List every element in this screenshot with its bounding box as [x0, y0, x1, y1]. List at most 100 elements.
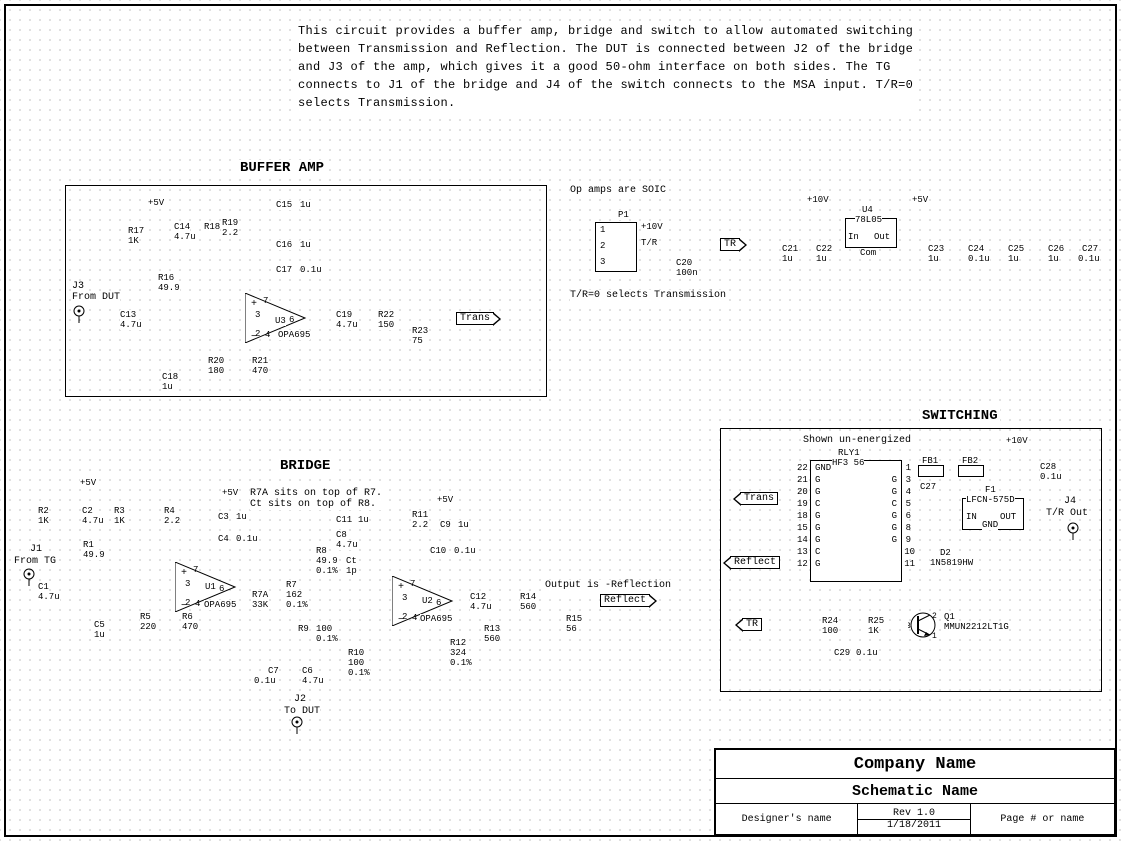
r17-ref: R17 [128, 226, 144, 236]
c17-val: 0.1u [300, 265, 322, 275]
c13-ref: C13 [120, 310, 136, 320]
port-j4-name: J4 [1064, 496, 1076, 507]
ct-ref: Ct [346, 556, 357, 566]
c13-val: 4.7u [120, 320, 142, 330]
svg-text:6: 6 [219, 584, 224, 594]
r8-tol: 0.1% [316, 566, 338, 576]
r10-tol: 0.1% [348, 668, 370, 678]
c22-val: 1u [816, 254, 827, 264]
c1-val: 4.7u [38, 592, 60, 602]
date: 1/18/2011 [887, 820, 941, 831]
section-title-buffer: BUFFER AMP [238, 160, 326, 176]
c21-val: 1u [782, 254, 793, 264]
c17-ref: C17 [276, 265, 292, 275]
c14-ref: C14 [174, 222, 190, 232]
connector-icon-j1 [20, 568, 36, 584]
p5v-b2: +5V [222, 488, 238, 498]
r3-ref: R3 [114, 506, 125, 516]
r6-val: 470 [182, 622, 198, 632]
c8-ref: C8 [336, 530, 347, 540]
relay-rly1: 22 21 20 19 18 15 14 13 12 1 3 4 5 6 8 9… [810, 460, 902, 582]
q1-ref: Q1 [944, 612, 955, 622]
r16-val: 49.9 [158, 283, 180, 293]
c29-val: 0.1u [856, 648, 878, 658]
c26-val: 1u [1048, 254, 1059, 264]
svg-text:+: + [398, 582, 404, 593]
f1-gnd: GND [982, 520, 998, 530]
r22-val: 150 [378, 320, 394, 330]
bridge-stack-note: R7A sits on top of R7. Ct sits on top of… [250, 488, 382, 510]
r20-val: 180 [208, 366, 224, 376]
r16-ref: R16 [158, 273, 174, 283]
net-reflect-out: Reflect [600, 594, 650, 607]
port-j2-name: J2 [294, 694, 306, 705]
r8-val: 49.9 [316, 556, 338, 566]
c12-val: 4.7u [470, 602, 492, 612]
port-j1-label: From TG [14, 556, 56, 567]
box-buffer-amp [65, 185, 547, 397]
c7-val: 0.1u [254, 676, 276, 686]
r7-val: 162 [286, 590, 302, 600]
r20-ref: R20 [208, 356, 224, 366]
p1-10v: +10V [641, 222, 663, 232]
u4-part: 78L05 [855, 215, 882, 225]
c20-val: 100n [676, 268, 698, 278]
transistor-q1: 213 [908, 610, 938, 640]
r15-val: 56 [566, 624, 577, 634]
c4-val: 0.1u [236, 534, 258, 544]
r25-ref: R25 [868, 616, 884, 626]
u4-com: Com [860, 248, 876, 258]
c6-val: 4.7u [302, 676, 324, 686]
r4-val: 2.2 [164, 516, 180, 526]
r25-val: 1K [868, 626, 879, 636]
c20-ref: C20 [676, 258, 692, 268]
f1-in: IN [966, 512, 977, 522]
r23-val: 75 [412, 336, 423, 346]
note-opamps: Op amps are SOIC [570, 185, 666, 196]
svg-text:7: 7 [193, 565, 198, 575]
svg-text:7: 7 [263, 296, 268, 306]
r21-val: 470 [252, 366, 268, 376]
note-output: Output is -Reflection [545, 580, 671, 591]
r1-ref: R1 [83, 540, 94, 550]
r12-ref: R12 [450, 638, 466, 648]
c28-ref: C28 [1040, 462, 1056, 472]
r21-ref: R21 [252, 356, 268, 366]
c18-ref: C18 [162, 372, 178, 382]
section-title-switching: SWITCHING [920, 408, 1000, 424]
u4-ref: U4 [862, 205, 873, 215]
r5-ref: R5 [140, 612, 151, 622]
connector-icon-j2 [288, 716, 304, 732]
port-j4-label: T/R Out [1046, 508, 1088, 519]
r19-ref: R19 [222, 218, 238, 228]
u1-ref: U1 [205, 582, 216, 592]
u3-type: OPA695 [278, 330, 310, 340]
c19-val: 4.7u [336, 320, 358, 330]
c18-val: 1u [162, 382, 173, 392]
c29-ref: C29 [834, 648, 850, 658]
svg-text:3: 3 [185, 579, 190, 589]
svg-text:2: 2 [255, 329, 260, 339]
svg-text:2: 2 [932, 612, 937, 621]
r1-val: 49.9 [83, 550, 105, 560]
net-reflect-in: Reflect [730, 556, 780, 569]
c16-val: 1u [300, 240, 311, 250]
net-tr-in: TR [742, 618, 762, 631]
c24-val: 0.1u [968, 254, 990, 264]
svg-text:3: 3 [255, 310, 260, 320]
svg-text:3: 3 [402, 593, 407, 603]
r24-val: 100 [822, 626, 838, 636]
r8-ref: R8 [316, 546, 327, 556]
description-text: This circuit provides a buffer amp, brid… [298, 22, 918, 112]
svg-text:+: + [181, 568, 187, 579]
c3-ref: C3 [218, 512, 229, 522]
c27-val: 0.1u [1078, 254, 1100, 264]
r13-ref: R13 [484, 624, 500, 634]
svg-text:7: 7 [410, 579, 415, 589]
r14-ref: R14 [520, 592, 536, 602]
relay-part: HF3 56 [832, 458, 864, 468]
q1-part: MMUN2212LT1G [944, 622, 1009, 632]
r18-ref: R18 [204, 222, 220, 232]
c11-ref: C11 [336, 515, 352, 525]
note-tr-sel: T/R=0 selects Transmission [570, 290, 726, 301]
